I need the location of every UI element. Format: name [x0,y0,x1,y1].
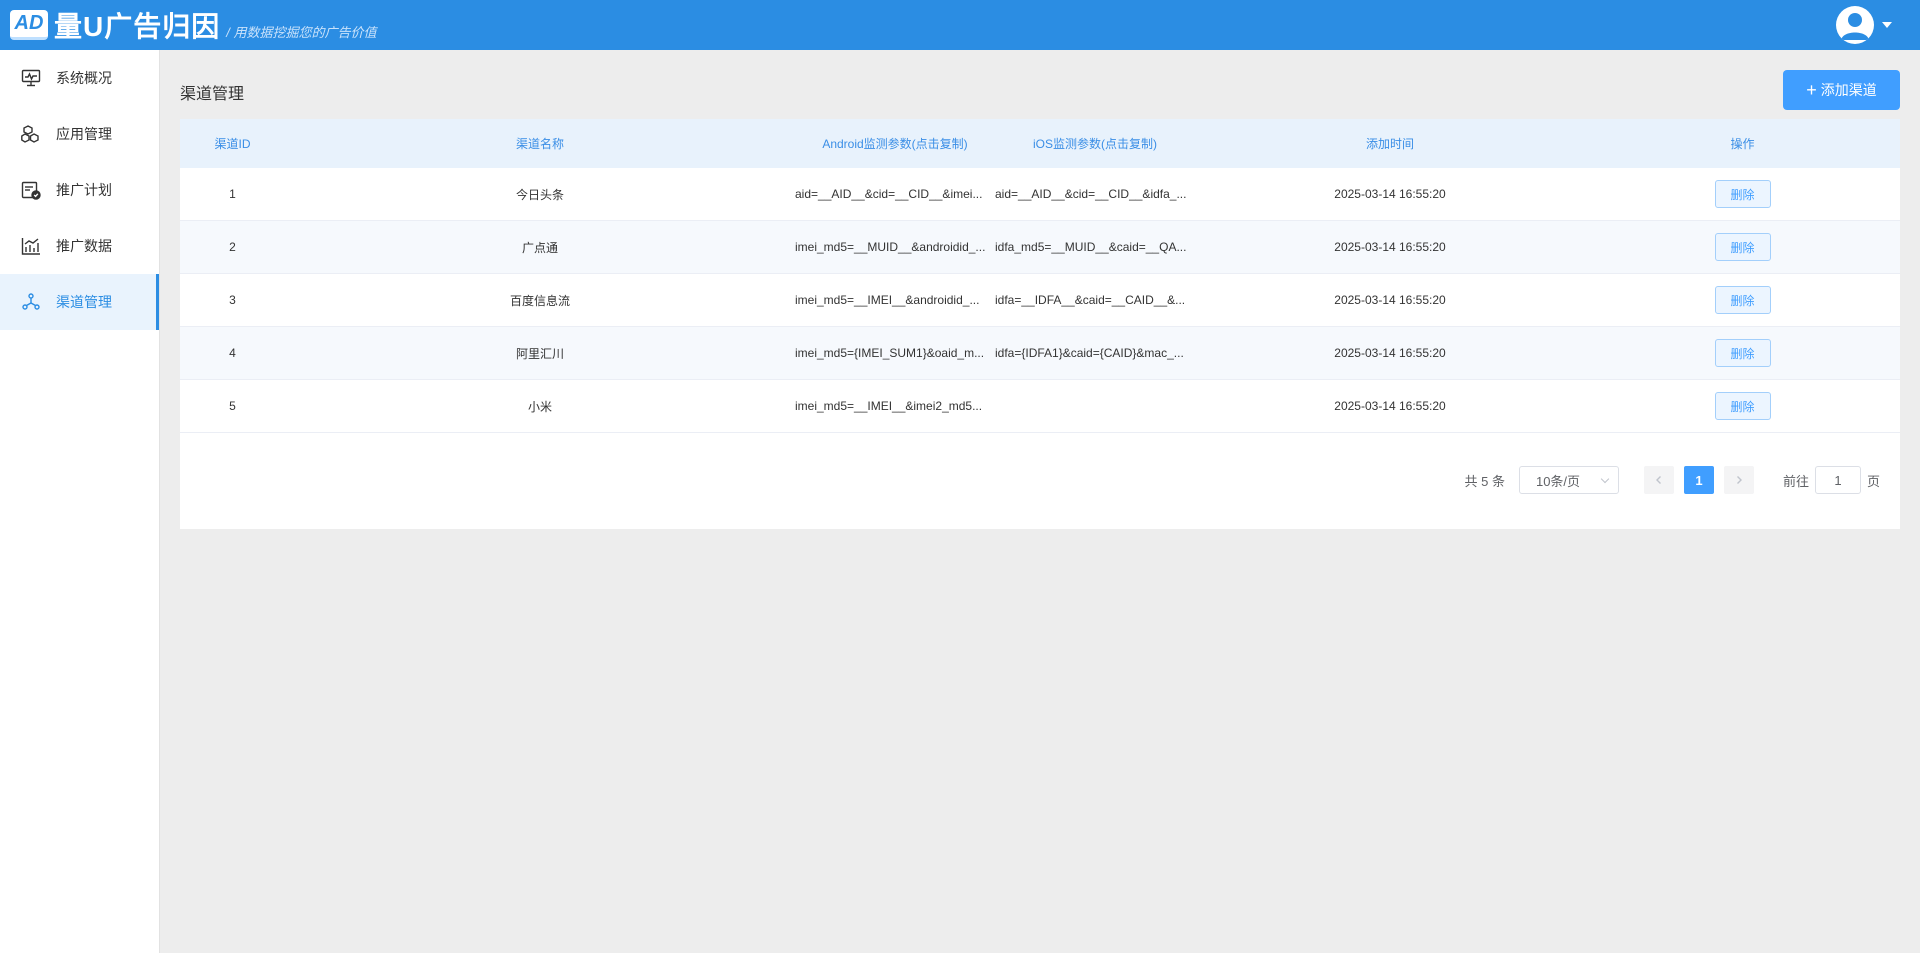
cell-name: 百度信息流 [509,293,570,308]
cell-ios-params[interactable]: idfa_md5=__MUID__&caid=__QA... [995,240,1195,254]
cell-time: 2025-03-14 16:55:20 [1334,187,1446,201]
cell-time: 2025-03-14 16:55:20 [1334,293,1446,307]
header-ios-params: iOS监测参数(点击复制) [1033,137,1157,151]
header-channel-id: 渠道ID [214,137,251,151]
cell-time: 2025-03-14 16:55:20 [1334,399,1446,413]
goto-page-input[interactable] [1814,466,1861,494]
sidebar-item-label: 推广计划 [56,182,112,198]
table-header: 渠道ID 渠道名称 Android监测参数(点击复制) iOS监测参数(点击复制… [180,119,1900,168]
chevron-left-icon [1655,476,1661,484]
page-size-select[interactable]: 10条/页 [1518,466,1619,494]
logo-text: 量U广告归因 [54,11,221,42]
delete-button[interactable]: 删除 [1714,392,1771,420]
delete-button[interactable]: 删除 [1714,339,1771,367]
delete-button[interactable]: 删除 [1714,286,1771,314]
table-row: 2 广点通 imei_md5=__MUID__&androidid_... id… [180,221,1900,274]
logo-slogan: / 用数据挖掘您的广告价值 [226,24,377,40]
calendar-check-icon [20,179,42,201]
table-row: 3 百度信息流 imei_md5=__IMEI__&androidid_... … [180,274,1900,327]
goto-suffix: 页 [1866,473,1880,489]
cell-android-params[interactable]: imei_md5={IMEI_SUM1}&oaid_m... [795,346,995,360]
sidebar-item-label: 渠道管理 [56,294,112,310]
header-add-time: 添加时间 [1365,137,1414,151]
share-icon [20,291,42,313]
cell-android-params[interactable]: imei_md5=__IMEI__&androidid_... [795,293,995,307]
table-row: 1 今日头条 aid=__AID__&cid=__CID__&imei... a… [180,168,1900,221]
sidebar-item-plans[interactable]: 推广计划 [0,162,159,218]
cell-operation: 删除 [1585,392,1900,420]
user-menu[interactable] [1836,6,1892,44]
monitor-icon [20,67,42,89]
sidebar-item-label: 应用管理 [56,126,112,142]
sidebar-item-label: 推广数据 [56,238,112,254]
cell-ios-params[interactable]: aid=__AID__&cid=__CID__&idfa_... [995,187,1195,201]
channel-table: 渠道ID 渠道名称 Android监测参数(点击复制) iOS监测参数(点击复制… [180,119,1900,433]
cell-name: 广点通 [521,240,558,255]
cell-ios-params[interactable]: idfa=__IDFA__&caid=__CAID__&... [995,293,1195,307]
prev-page-button[interactable] [1643,466,1674,494]
sidebar-item-label: 系统概况 [56,70,112,86]
user-icon[interactable] [1836,6,1874,44]
cell-operation: 删除 [1585,233,1900,261]
cell-name: 今日头条 [515,187,564,202]
table-row: 5 小米 imei_md5=__IMEI__&imei2_md5... 2025… [180,380,1900,433]
goto-prefix: 前往 [1782,473,1809,489]
cubes-icon [20,123,42,145]
plus-icon: + [1806,80,1817,100]
cell-name: 阿里汇川 [515,346,564,361]
pagination-total: 共 5 条 [1464,473,1505,489]
cell-operation: 删除 [1585,180,1900,208]
cell-time: 2025-03-14 16:55:20 [1334,346,1446,360]
cell-id: 5 [229,399,236,413]
cell-android-params[interactable]: aid=__AID__&cid=__CID__&imei... [795,187,995,201]
cell-android-params[interactable]: imei_md5=__IMEI__&imei2_md5... [795,399,995,413]
sidebar-item-apps[interactable]: 应用管理 [0,106,159,162]
cell-id: 1 [229,187,236,201]
page-title: 渠道管理 [180,86,245,103]
cell-ios-params[interactable]: idfa={IDFA1}&caid={CAID}&mac_... [995,346,1195,360]
page-number-current[interactable]: 1 [1683,466,1714,494]
table-row: 4 阿里汇川 imei_md5={IMEI_SUM1}&oaid_m... id… [180,327,1900,380]
cell-id: 4 [229,346,236,360]
cell-id: 2 [229,240,236,254]
cell-operation: 删除 [1585,286,1900,314]
sidebar: 系统概况 应用管理 推广计划 推广数据 渠道管理 [0,50,160,953]
delete-button[interactable]: 删除 [1714,180,1771,208]
add-channel-label: 添加渠道 [1820,82,1877,98]
logo-badge: AD [10,10,48,40]
goto-page: 前往 页 [1783,466,1880,494]
cell-name: 小米 [527,399,552,414]
header-android-params: Android监测参数(点击复制) [822,137,968,151]
sidebar-item-channels[interactable]: 渠道管理 [0,274,159,330]
sidebar-item-overview[interactable]: 系统概况 [0,50,159,106]
pagination: 共 5 条 10条/页 1 前往 页 [1464,466,1880,494]
chevron-right-icon [1736,476,1742,484]
next-page-button[interactable] [1723,466,1754,494]
sidebar-item-data[interactable]: 推广数据 [0,218,159,274]
cell-operation: 删除 [1585,339,1900,367]
header-operation: 操作 [1730,137,1755,151]
delete-button[interactable]: 删除 [1714,233,1771,261]
cell-time: 2025-03-14 16:55:20 [1334,240,1446,254]
page-size-value: 10条/页 [1535,473,1581,489]
add-channel-button[interactable]: + 添加渠道 [1783,70,1900,110]
top-header: AD 量U广告归因 / 用数据挖掘您的广告价值 [0,0,1920,50]
app-logo[interactable]: AD 量U广告归因 / 用数据挖掘您的广告价值 [10,6,376,44]
chevron-down-icon [1600,474,1610,483]
header-channel-name: 渠道名称 [515,137,564,151]
bar-chart-icon [20,235,42,257]
chevron-down-icon[interactable] [1882,22,1892,28]
channel-panel: 渠道ID 渠道名称 Android监测参数(点击复制) iOS监测参数(点击复制… [180,119,1900,529]
cell-android-params[interactable]: imei_md5=__MUID__&androidid_... [795,240,995,254]
cell-id: 3 [229,293,236,307]
